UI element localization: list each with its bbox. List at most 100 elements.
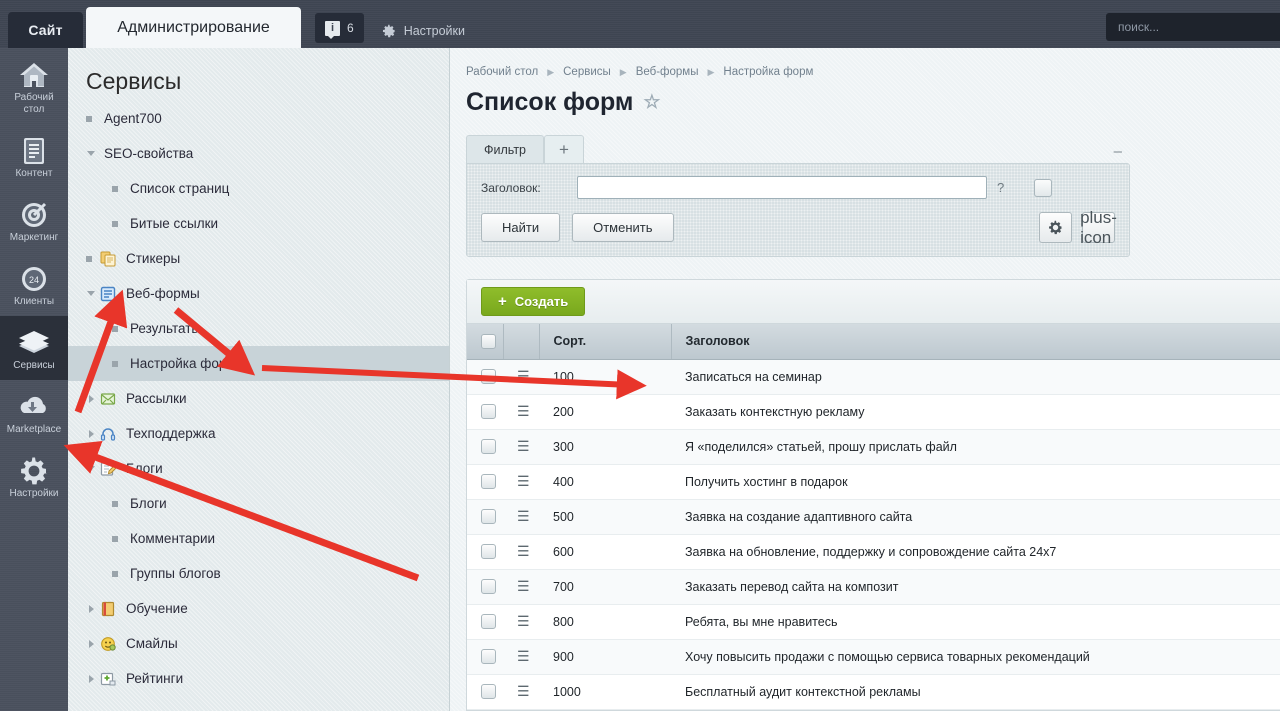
row-menu-icon[interactable]: ☰ [517, 403, 530, 419]
row-checkbox[interactable] [481, 369, 496, 384]
tree-item-stickers[interactable]: Стикеры [68, 241, 449, 276]
tree-item-blog-groups[interactable]: Группы блогов [68, 556, 449, 591]
table-row[interactable]: ☰ 200 Заказать контекстную рекламу [467, 394, 1280, 429]
tree-item-broken-links[interactable]: Битые ссылки [68, 206, 449, 241]
filter-checkbox[interactable] [1034, 179, 1052, 197]
select-all-checkbox[interactable] [481, 334, 496, 349]
breadcrumb-item-form-settings[interactable]: Настройка форм [723, 66, 813, 78]
tree-item-blogs-group[interactable]: Блоги [68, 451, 449, 486]
row-menu-icon[interactable]: ☰ [517, 438, 530, 454]
tree-item-ratings[interactable]: Рейтинги [68, 661, 449, 696]
rail-item-marketplace[interactable]: Marketplace [0, 380, 68, 444]
row-title: Ребята, вы мне нравитесь [671, 604, 1280, 639]
filter-title-input[interactable] [577, 176, 987, 199]
filter-collapse-button[interactable]: – [1114, 148, 1122, 156]
row-checkbox[interactable] [481, 649, 496, 664]
chevron-down-icon[interactable] [86, 287, 100, 301]
tree-item-mailings[interactable]: Рассылки [68, 381, 449, 416]
create-button-label: Создать [515, 294, 568, 309]
table-row[interactable]: ☰ 600 Заявка на обновление, поддержку и … [467, 534, 1280, 569]
notifications-badge[interactable]: i 6 [315, 13, 364, 43]
row-menu-icon[interactable]: ☰ [517, 578, 530, 594]
filter-tab-label: Фильтр [484, 143, 526, 157]
filter-search-button[interactable]: Найти [481, 213, 560, 242]
rail-item-marketing[interactable]: Маркетинг [0, 188, 68, 252]
filter-add-button[interactable]: plus-icon [1082, 212, 1115, 243]
chevron-down-icon[interactable] [86, 462, 100, 476]
tree-item-agent700[interactable]: Agent700 [68, 101, 449, 136]
rail-item-clients[interactable]: 24 Клиенты [0, 252, 68, 316]
row-checkbox[interactable] [481, 404, 496, 419]
breadcrumb-item-webforms[interactable]: Веб-формы [636, 66, 699, 78]
row-menu-icon[interactable]: ☰ [517, 508, 530, 524]
chevron-right-icon[interactable] [86, 672, 100, 686]
row-menu-cell: ☰ [503, 359, 539, 394]
table-row[interactable]: ☰ 700 Заказать перевод сайта на композит [467, 569, 1280, 604]
tree-item-comments[interactable]: Комментарии [68, 521, 449, 556]
column-sort[interactable]: Сорт. [539, 324, 671, 359]
row-checkbox[interactable] [481, 579, 496, 594]
row-checkbox[interactable] [481, 614, 496, 629]
chevron-right-icon[interactable] [86, 392, 100, 406]
rail-item-desktop[interactable]: Рабочийстол [0, 48, 68, 124]
chevron-right-icon[interactable] [86, 427, 100, 441]
row-sort: 700 [539, 569, 671, 604]
row-menu-icon[interactable]: ☰ [517, 683, 530, 699]
tab-site[interactable]: Сайт [8, 12, 83, 48]
tree-item-page-list[interactable]: Список страниц [68, 171, 449, 206]
layers-icon [0, 326, 68, 360]
filter-title-label: Заголовок: [481, 181, 567, 195]
row-checkbox[interactable] [481, 544, 496, 559]
table-row[interactable]: ☰ 300 Я «поделился» статьей, прошу присл… [467, 429, 1280, 464]
filter-buttons-row: Найти Отменить plus-icon [481, 213, 1115, 242]
row-menu-icon[interactable]: ☰ [517, 473, 530, 489]
rail-item-services[interactable]: Сервисы [0, 316, 68, 380]
chevron-down-icon[interactable] [86, 147, 100, 161]
search-input[interactable]: поиск... [1106, 13, 1280, 41]
tree-item-webforms[interactable]: Веб-формы [68, 276, 449, 311]
help-icon[interactable]: ? [997, 180, 1004, 195]
row-menu-icon[interactable]: ☰ [517, 543, 530, 559]
star-outline-icon[interactable]: ☆ [643, 91, 660, 114]
tab-administration[interactable]: Администрирование [86, 7, 301, 48]
table-row[interactable]: ☰ 1000 Бесплатный аудит контекстной рекл… [467, 674, 1280, 709]
row-checkbox-cell [467, 534, 503, 569]
topbar-settings-link[interactable]: Настройки [382, 24, 465, 38]
table-row[interactable]: ☰ 900 Хочу повысить продажи с помощью се… [467, 639, 1280, 674]
column-title[interactable]: Заголовок [671, 324, 1280, 359]
row-menu-icon[interactable]: ☰ [517, 613, 530, 629]
row-menu-icon[interactable]: ☰ [517, 368, 530, 384]
tree-item-results[interactable]: Результаты [68, 311, 449, 346]
filter-tab[interactable]: Фильтр [466, 135, 544, 163]
tree-item-support[interactable]: Техподдержка [68, 416, 449, 451]
forms-table: Сорт. Заголовок ☰ 100 Записаться на семи… [467, 324, 1280, 710]
row-menu-icon[interactable]: ☰ [517, 648, 530, 664]
row-checkbox[interactable] [481, 509, 496, 524]
tree-item-smileys[interactable]: Смайлы [68, 626, 449, 661]
tree-item-seo[interactable]: SEO-свойства [68, 136, 449, 171]
row-checkbox[interactable] [481, 474, 496, 489]
tree-item-blogs[interactable]: Блоги [68, 486, 449, 521]
row-checkbox[interactable] [481, 684, 496, 699]
tree-item-learning[interactable]: Обучение [68, 591, 449, 626]
breadcrumb-item-services[interactable]: Сервисы [563, 66, 611, 78]
rail-item-content[interactable]: Контент [0, 124, 68, 188]
row-checkbox[interactable] [481, 439, 496, 454]
row-checkbox-cell [467, 394, 503, 429]
table-row[interactable]: ☰ 800 Ребята, вы мне нравитесь [467, 604, 1280, 639]
filter-settings-button[interactable] [1039, 212, 1072, 243]
table-row[interactable]: ☰ 400 Получить хостинг в подарок [467, 464, 1280, 499]
bullet-icon [86, 256, 100, 262]
breadcrumb-item-desktop[interactable]: Рабочий стол [466, 66, 538, 78]
chevron-right-icon[interactable] [86, 602, 100, 616]
chevron-right-icon[interactable] [86, 637, 100, 651]
create-button[interactable]: + Создать [481, 287, 585, 316]
rail-item-settings[interactable]: Настройки [0, 444, 68, 508]
filter-add-tab-button[interactable]: + [544, 135, 584, 163]
row-menu-cell: ☰ [503, 639, 539, 674]
filter-reset-button[interactable]: Отменить [572, 213, 673, 242]
column-select-all [467, 324, 503, 359]
table-row[interactable]: ☰ 100 Записаться на семинар [467, 359, 1280, 394]
tree-item-form-settings[interactable]: Настройка форм [68, 346, 449, 381]
table-row[interactable]: ☰ 500 Заявка на создание адаптивного сай… [467, 499, 1280, 534]
